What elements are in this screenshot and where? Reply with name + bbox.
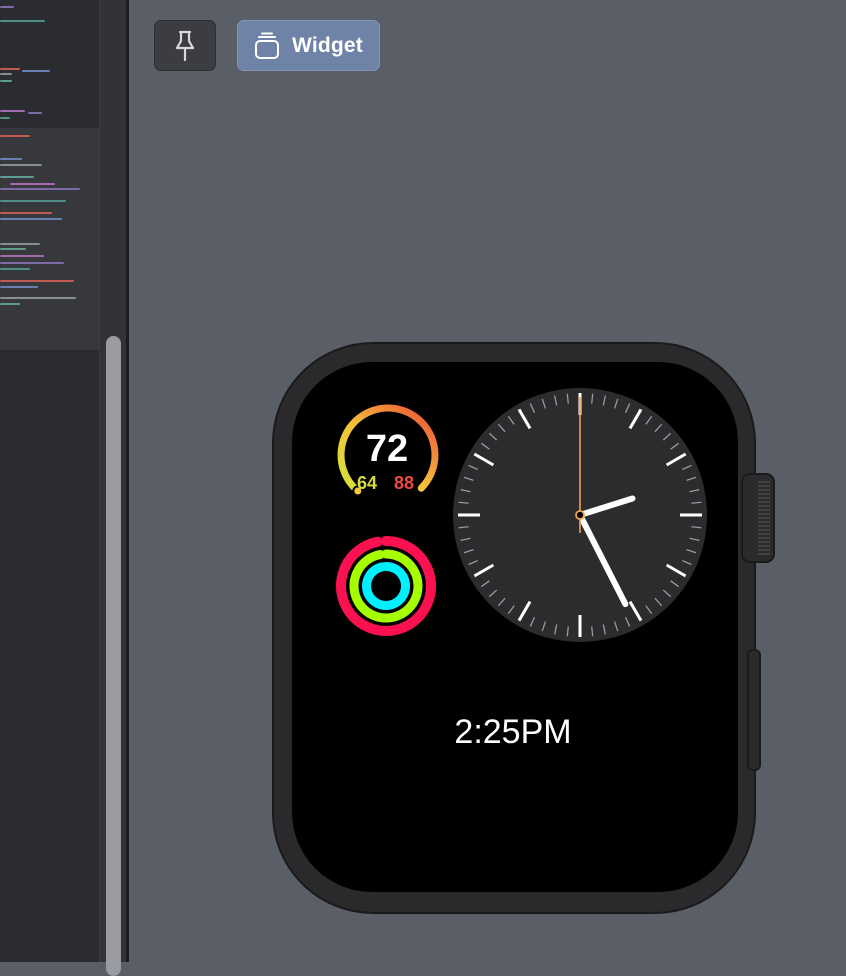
heart-rate-min: 64: [356, 473, 378, 493]
minimap-code-line: [0, 6, 14, 8]
widget-mode-button[interactable]: Widget: [237, 20, 380, 71]
minimap-code-line: [22, 70, 50, 72]
minimap-code-line: [0, 80, 12, 82]
code-editor: [0, 0, 129, 976]
minimap-code-line: [0, 243, 40, 245]
editor-minimap[interactable]: [0, 0, 99, 962]
minimap-code-line: [0, 68, 20, 70]
minimap-code-line: [0, 158, 22, 160]
minimap-code-line: [10, 183, 55, 185]
minimap-code-line: [0, 255, 44, 257]
minimap-code-line: [0, 200, 66, 202]
pin-icon: [175, 30, 195, 61]
minimap-code-line: [0, 73, 12, 75]
clock-center: [575, 510, 585, 520]
watch-preview: 72 64 88 2:25PM: [270, 340, 780, 915]
stand-ring: [362, 562, 410, 610]
minimap-code-line: [0, 218, 62, 220]
minimap-code-line: [0, 303, 20, 305]
minimap-code-line: [0, 280, 74, 282]
minimap-code-line: [0, 20, 45, 22]
activity-rings-complication[interactable]: [335, 535, 437, 637]
minimap-code-line: [0, 117, 10, 119]
minimap-code-line: [0, 135, 30, 137]
pin-preview-button[interactable]: [154, 20, 216, 71]
minimap-code-line: [0, 268, 30, 270]
minimap-viewport[interactable]: [0, 128, 99, 350]
minimap-code-line: [0, 297, 76, 299]
side-button[interactable]: [747, 649, 761, 771]
heart-rate-max: 88: [393, 473, 415, 493]
minimap-code-line: [0, 212, 52, 214]
minimap-code-line: [0, 262, 64, 264]
editor-scrollbar-thumb[interactable]: [106, 336, 121, 976]
analog-clock: [453, 388, 707, 642]
minimap-code-line: [0, 176, 34, 178]
heart-rate-value: 72: [365, 428, 409, 470]
widget-stack-icon: [255, 32, 279, 59]
minimap-code-line: [0, 188, 80, 190]
digital-time: 2:25PM: [454, 713, 572, 751]
minimap-code-line: [28, 112, 42, 114]
minimap-code-line: [0, 248, 26, 250]
minimap-code-line: [0, 110, 25, 112]
minimap-code-line: [0, 286, 38, 288]
minimap-code-line: [0, 164, 42, 166]
editor-divider: [126, 0, 129, 962]
widget-button-label: Widget: [292, 33, 363, 57]
